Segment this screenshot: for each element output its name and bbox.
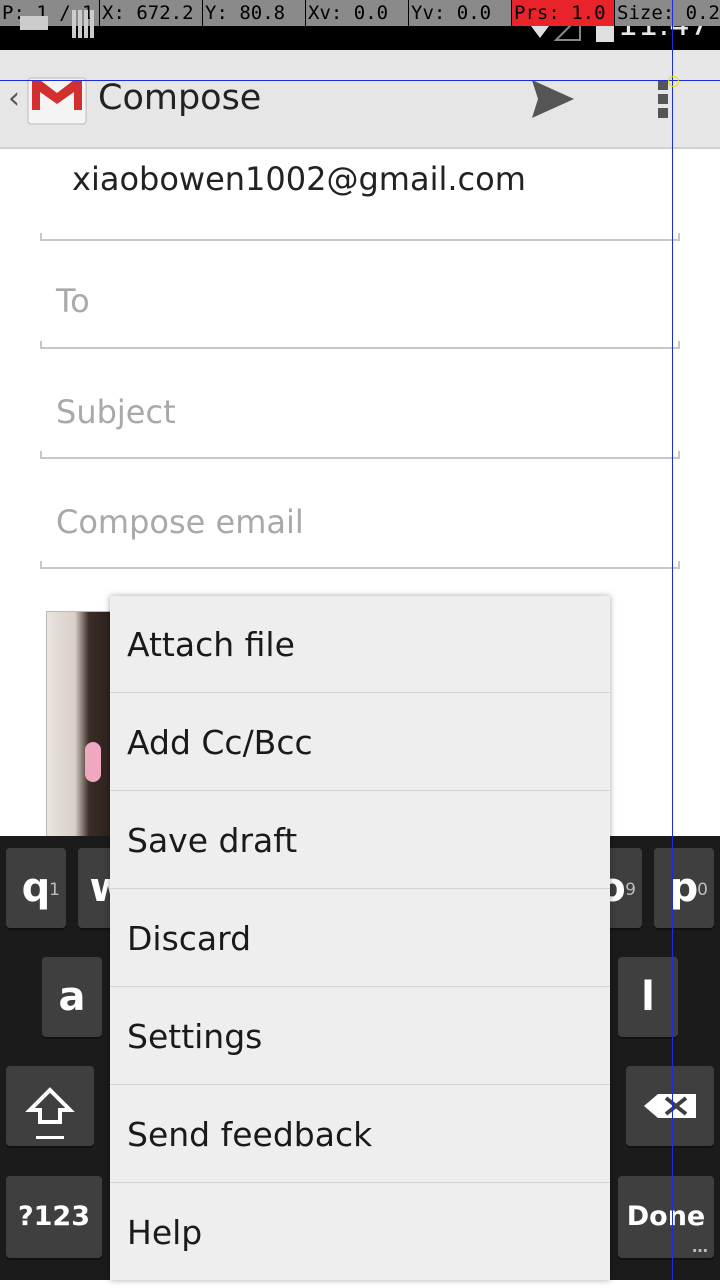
keyboard-icon <box>20 16 48 30</box>
menu-item-save-draft[interactable]: Save draft <box>110 792 610 889</box>
pointer-yv: Yv: 0.0 <box>409 0 512 26</box>
key-p[interactable]: 0p <box>654 848 714 928</box>
pointer-pressure: Prs: 1.0 <box>512 0 615 26</box>
from-divider <box>40 233 680 241</box>
navigate-up-icon[interactable]: ‹ <box>8 50 20 147</box>
pointer-crosshair-horizontal <box>0 80 720 81</box>
status-notification-icons <box>20 10 94 38</box>
done-key[interactable]: Done… <box>618 1176 714 1258</box>
send-icon[interactable] <box>530 78 576 120</box>
to-divider <box>40 341 680 349</box>
subject-field[interactable]: Subject <box>56 393 176 431</box>
key-q[interactable]: 1q <box>6 848 66 928</box>
shift-key[interactable] <box>6 1066 94 1146</box>
menu-item-send-feedback[interactable]: Send feedback <box>110 1086 610 1183</box>
backspace-key[interactable] <box>626 1066 714 1146</box>
subject-divider <box>40 451 680 459</box>
menu-item-add-cc-bcc[interactable]: Add Cc/Bcc <box>110 694 610 791</box>
gmail-logo-icon[interactable] <box>26 66 88 128</box>
to-field[interactable]: To <box>56 282 90 320</box>
shift-icon <box>25 1087 75 1139</box>
hair-clip-image-detail <box>85 742 101 782</box>
more-keys-icon: … <box>692 1237 708 1256</box>
from-account[interactable]: xiaobowen1002@gmail.com <box>72 160 526 198</box>
pointer-xv: Xv: 0.0 <box>306 0 409 26</box>
barcode-icon <box>72 10 76 38</box>
pointer-y: Y: 80.8 <box>203 0 306 26</box>
pointer-touch-marker <box>668 76 679 87</box>
page-title: Compose <box>98 78 262 118</box>
body-field[interactable]: Compose email <box>56 503 304 541</box>
attachment-thumbnail[interactable] <box>46 611 118 837</box>
menu-item-discard[interactable]: Discard <box>110 890 610 987</box>
body-divider <box>40 561 680 569</box>
key-a[interactable]: a <box>42 957 102 1037</box>
menu-item-help[interactable]: Help <box>110 1184 610 1281</box>
pointer-crosshair-vertical <box>672 0 673 1280</box>
pointer-location-overlay: P: 1 / 1 X: 672.2 Y: 80.8 Xv: 0.0 Yv: 0.… <box>0 0 720 26</box>
backspace-icon <box>644 1094 696 1118</box>
overflow-menu: Attach file Add Cc/Bcc Save draft Discar… <box>110 596 610 1280</box>
menu-item-settings[interactable]: Settings <box>110 988 610 1085</box>
key-l[interactable]: l <box>618 957 678 1037</box>
pointer-x: X: 672.2 <box>100 0 203 26</box>
symbols-key[interactable]: ?123 <box>6 1176 102 1258</box>
pointer-size: Size: 0.20 <box>617 2 720 24</box>
menu-item-attach-file[interactable]: Attach file <box>110 596 610 693</box>
